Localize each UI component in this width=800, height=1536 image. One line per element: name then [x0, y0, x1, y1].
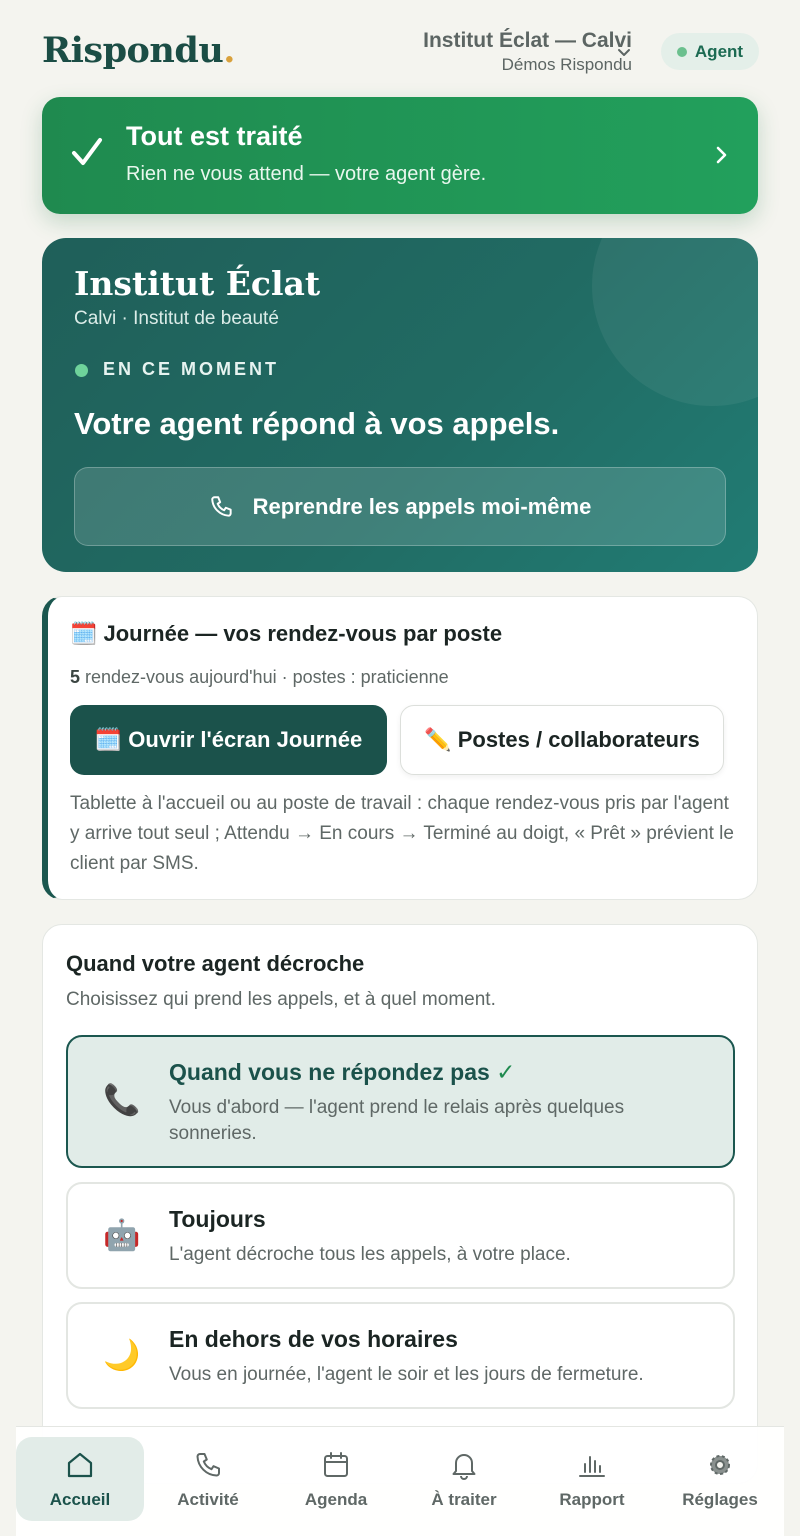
mode-option-description: Vous d'abord — l'agent prend le relais a…	[169, 1097, 625, 1144]
mode-option-after-hours[interactable]: 🌙 En dehors de vos horaires Vous en jour…	[66, 1302, 735, 1409]
bottom-navigation: Accueil Activité Agenda À traiter Rappor…	[16, 1426, 784, 1536]
nav-item-todo[interactable]: À traiter	[400, 1437, 528, 1521]
checkmark-icon	[72, 138, 102, 165]
robot-icon: 🤖	[103, 1219, 141, 1252]
banner-subtitle: Rien ne vous attend — votre agent gère.	[126, 163, 487, 185]
business-hero-card: Institut Éclat Calvi · Institut de beaut…	[42, 238, 758, 572]
gear-icon	[710, 1455, 730, 1475]
status-dot-icon	[676, 46, 687, 57]
home-icon	[67, 1452, 93, 1478]
chart-icon	[579, 1456, 605, 1477]
answer-mode-title: Quand votre agent décroche	[66, 951, 365, 976]
nav-label: Accueil	[49, 1490, 111, 1509]
bell-icon	[452, 1454, 476, 1480]
phone-icon	[210, 495, 232, 517]
nav-label: Rapport	[559, 1490, 625, 1509]
nav-label: Activité	[177, 1490, 239, 1509]
nav-item-home[interactable]: Accueil	[16, 1437, 144, 1521]
chevron-down-icon[interactable]	[614, 42, 634, 62]
moon-icon: 🌙	[103, 1339, 141, 1372]
app-header: Rispondu. Institut Éclat — Calvi Démos R…	[0, 0, 800, 96]
chevron-right-icon	[716, 146, 727, 164]
hero-business-subtitle: Calvi · Institut de beauté	[74, 308, 279, 329]
mode-option-title: En dehors de vos horaires	[169, 1326, 458, 1352]
day-card-title: 🗓️ Journée — vos rendez-vous par poste	[70, 621, 503, 646]
mode-option-title: Toujours	[169, 1206, 266, 1232]
mode-option-always[interactable]: 🤖 Toujours L'agent décroche tous les app…	[66, 1182, 735, 1289]
business-switcher[interactable]: Institut Éclat — Calvi Démos Rispondu	[423, 28, 632, 76]
selected-check-icon: ✓	[496, 1059, 516, 1085]
nav-label: Agenda	[304, 1490, 368, 1509]
nav-label: Réglages	[682, 1490, 758, 1509]
telephone-icon: 📞	[103, 1084, 141, 1117]
mode-option-title: Quand vous ne répondez pas ✓	[169, 1059, 516, 1085]
nav-item-settings[interactable]: Réglages	[656, 1437, 784, 1521]
day-card-description: Tablette à l'accueil ou au poste de trav…	[70, 793, 734, 874]
nav-item-report[interactable]: Rapport	[528, 1437, 656, 1521]
agent-status-badge[interactable]: Agent	[661, 33, 759, 70]
take-calls-label: Reprendre les appels moi-même	[252, 493, 592, 519]
nav-label: À traiter	[431, 1490, 497, 1509]
take-calls-button[interactable]: Reprendre les appels moi-même	[74, 467, 726, 546]
mode-option-no-answer[interactable]: 📞 Quand vous ne répondez pas ✓ Vous d'ab…	[66, 1035, 735, 1168]
decorative-circle	[592, 238, 758, 406]
mode-option-description: Vous en journée, l'agent le soir et les …	[169, 1364, 644, 1385]
day-schedule-card: 🗓️ Journée — vos rendez-vous par poste 5…	[42, 596, 758, 900]
answer-mode-card: Quand votre agent décroche Choisissez qu…	[42, 924, 758, 1484]
appointments-summary: 5 rendez-vous aujourd'hui · postes : pra…	[70, 667, 449, 687]
nav-item-activity[interactable]: Activité	[144, 1437, 272, 1521]
staff-posts-button[interactable]: ✏️ Postes / collaborateurs	[400, 705, 724, 775]
live-label: EN CE MOMENT	[103, 359, 280, 379]
agent-status-text: Votre agent répond à vos appels.	[74, 406, 560, 441]
all-handled-banner[interactable]: Tout est traité Rien ne vous attend — vo…	[42, 97, 758, 214]
live-indicator-icon	[75, 364, 88, 377]
phone-icon	[196, 1453, 220, 1477]
business-account: Démos Rispondu	[501, 55, 632, 74]
answer-mode-subtitle: Choisissez qui prend les appels, et à qu…	[66, 989, 496, 1010]
calendar-icon	[324, 1452, 348, 1477]
nav-item-agenda[interactable]: Agenda	[272, 1437, 400, 1521]
hero-business-name: Institut Éclat	[74, 264, 321, 303]
app-logo[interactable]: Rispondu.	[42, 30, 235, 71]
mode-option-description: L'agent décroche tous les appels, à votr…	[169, 1244, 571, 1265]
banner-title: Tout est traité	[126, 121, 303, 151]
open-day-screen-button[interactable]: 🗓️ Ouvrir l'écran Journée	[70, 705, 387, 775]
business-name: Institut Éclat — Calvi	[423, 29, 632, 52]
